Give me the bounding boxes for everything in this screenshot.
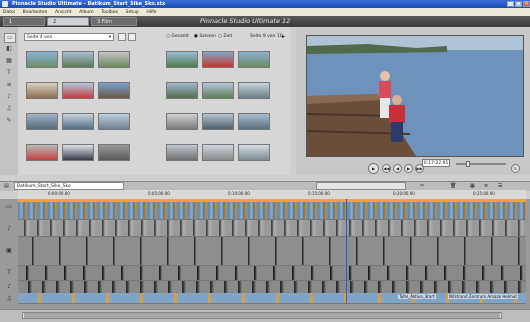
folder-select-value: Seite 4 von — [27, 35, 53, 40]
scene-thumbnail[interactable] — [166, 51, 198, 68]
folder-select[interactable]: Seite 4 von ▾ — [24, 33, 114, 41]
minimize-button[interactable]: _ — [507, 1, 514, 7]
view-option-gesamt[interactable]: ○ Gesamt — [166, 34, 189, 39]
playhead-line[interactable] — [346, 199, 347, 303]
view-option-zeit[interactable]: ○ Zeit — [218, 34, 232, 39]
scene-thumbnail[interactable] — [26, 113, 58, 130]
title-clip-label[interactable]: Tafel_Aktivo_Start — [398, 294, 436, 299]
scene-thumbnail[interactable] — [238, 144, 270, 161]
scrubber-handle[interactable] — [466, 161, 470, 167]
loop-button[interactable]: ↻ — [511, 164, 520, 173]
video-track-icon[interactable]: ▭ — [4, 203, 14, 211]
mode-bar: 1 Aufnehmen 2 Bearbeiten 3 Film erstelle… — [0, 16, 530, 34]
scene-thumbnail[interactable] — [26, 144, 58, 161]
project-name-field[interactable]: Batikum_Start_Sike_Sko — [14, 182, 124, 190]
window-title: Pinnacle Studio Ultimate - Batikum_Start… — [12, 1, 166, 7]
scene-thumbnail[interactable] — [62, 51, 94, 68]
scene-thumbnail[interactable] — [98, 144, 130, 161]
video-preview[interactable] — [306, 35, 524, 157]
scene-thumbnail[interactable] — [62, 82, 94, 99]
menu-bar: Datei Bearbeiten Ansicht Album Toolbox S… — [0, 8, 530, 16]
timeline-view-icon[interactable]: ≡ — [484, 183, 488, 189]
trash-icon[interactable]: 🗑 — [450, 183, 456, 189]
photos-icon[interactable]: ▦ — [4, 57, 14, 65]
title-track-icon[interactable]: T — [4, 269, 14, 277]
overlay-track[interactable] — [18, 237, 526, 266]
ruler-mark: 0:05:00.00 — [148, 191, 170, 196]
preview-scrubber[interactable] — [456, 163, 506, 165]
ruler-mark: 0:25:00.00 — [473, 191, 495, 196]
scene-thumbnail[interactable] — [202, 82, 234, 99]
title-clip-label[interactable]: Nitstrand Zentrum Amaze Helmut — [448, 294, 518, 299]
toolbox-icon[interactable]: ✂ — [420, 183, 424, 189]
scrollbar-thumb[interactable] — [24, 313, 500, 318]
overlay-track-icon[interactable]: ▣ — [4, 247, 14, 255]
ruler-mark: 0:00:00.00 — [48, 191, 70, 196]
view-option-szenen[interactable]: ● Szenen — [194, 34, 216, 39]
original-audio-track[interactable] — [18, 220, 526, 237]
next-page-icon[interactable]: ▸ — [282, 33, 285, 40]
album-tool-strip: ▭ ◧ ▦ T ≡ ♪ ♫ ✎ — [0, 27, 19, 175]
folder-open-icon[interactable] — [118, 33, 126, 41]
scene-thumbnail[interactable] — [238, 51, 270, 68]
step-forward-button[interactable]: ▶ — [404, 164, 413, 173]
tab-edit[interactable]: 2 Bearbeiten — [47, 17, 89, 34]
title-track[interactable] — [18, 266, 526, 281]
scene-thumbnail[interactable] — [98, 82, 130, 99]
play-button[interactable]: ▶ — [368, 163, 379, 174]
project-icon: ▤ — [4, 183, 9, 189]
timecode-display[interactable]: 0:17:22.95 — [422, 159, 450, 167]
scene-thumbnail[interactable] — [62, 113, 94, 130]
scene-thumbnail[interactable] — [26, 82, 58, 99]
chevron-down-icon: ▾ — [108, 35, 111, 40]
text-view-icon[interactable]: ☰ — [498, 183, 502, 189]
preview-frame-image — [307, 36, 523, 156]
scene-thumbnail[interactable] — [26, 51, 58, 68]
preview-panel: ▶ ◀◀ ◀ ▶ ▶▶ 0:17:22.95 ↻ — [296, 27, 530, 175]
scene-thumbnail[interactable] — [238, 113, 270, 130]
disc-menus-icon[interactable]: ≡ — [4, 81, 14, 89]
effects-icon[interactable]: ✎ — [4, 117, 14, 125]
refresh-icon[interactable] — [128, 33, 136, 41]
scene-thumbnail[interactable] — [98, 113, 130, 130]
scene-thumbnail[interactable] — [166, 113, 198, 130]
audio-track-icon[interactable]: ♪ — [4, 225, 14, 233]
tab-make-movie[interactable]: 3 Film erstellen — [91, 17, 137, 34]
rewind-button[interactable]: ◀◀ — [382, 164, 391, 173]
titles-icon[interactable]: T — [4, 69, 14, 77]
ruler-mark: 0:15:00.00 — [308, 191, 330, 196]
clip-header-bar — [18, 199, 526, 202]
ruler-mark: 0:20:00.00 — [393, 191, 415, 196]
timeline-scrollbar[interactable] — [0, 309, 530, 322]
scene-thumbnail[interactable] — [202, 144, 234, 161]
album-panel: Seite 4 von ▾ ○ Gesamt ● Szenen ○ Zeit S… — [18, 27, 290, 175]
scene-thumbnail[interactable] — [166, 144, 198, 161]
page-indicator: Seite 9 von 10 — [250, 34, 283, 39]
timeline-zoom-slider[interactable] — [316, 182, 406, 190]
app-icon — [2, 1, 8, 7]
maximize-button[interactable]: □ — [515, 1, 522, 7]
window-title-bar: Pinnacle Studio Ultimate - Batikum_Start… — [0, 0, 530, 8]
scene-thumbnail[interactable] — [62, 144, 94, 161]
timeline-tracks: ▭ ♪ ▣ T ♪ ♫ Tafel_Aktivo_Start Nitstrand… — [0, 199, 530, 309]
sound-effect-track-icon[interactable]: ♪ — [4, 283, 14, 291]
storyboard-view-icon[interactable]: ▦ — [470, 183, 475, 189]
brand-logo: Pinnacle Studio Ultimate 12 — [200, 17, 291, 25]
scene-thumbnail[interactable] — [202, 113, 234, 130]
scene-thumbnail[interactable] — [98, 51, 130, 68]
music-track-icon[interactable]: ♫ — [4, 295, 14, 303]
scene-thumbnail[interactable] — [238, 82, 270, 99]
transitions-icon[interactable]: ◧ — [4, 45, 14, 53]
music-icon[interactable]: ♫ — [4, 105, 14, 113]
step-back-button[interactable]: ◀ — [393, 164, 402, 173]
tab-capture[interactable]: 1 Aufnehmen — [3, 17, 45, 34]
ruler-mark: 0:10:00.00 — [228, 191, 250, 196]
close-button[interactable]: × — [523, 1, 530, 7]
sound-effects-icon[interactable]: ♪ — [4, 93, 14, 101]
main-video-track[interactable] — [18, 199, 526, 220]
scene-thumbnail[interactable] — [166, 82, 198, 99]
video-album-icon[interactable]: ▭ — [4, 33, 16, 43]
scene-thumbnail[interactable] — [202, 51, 234, 68]
